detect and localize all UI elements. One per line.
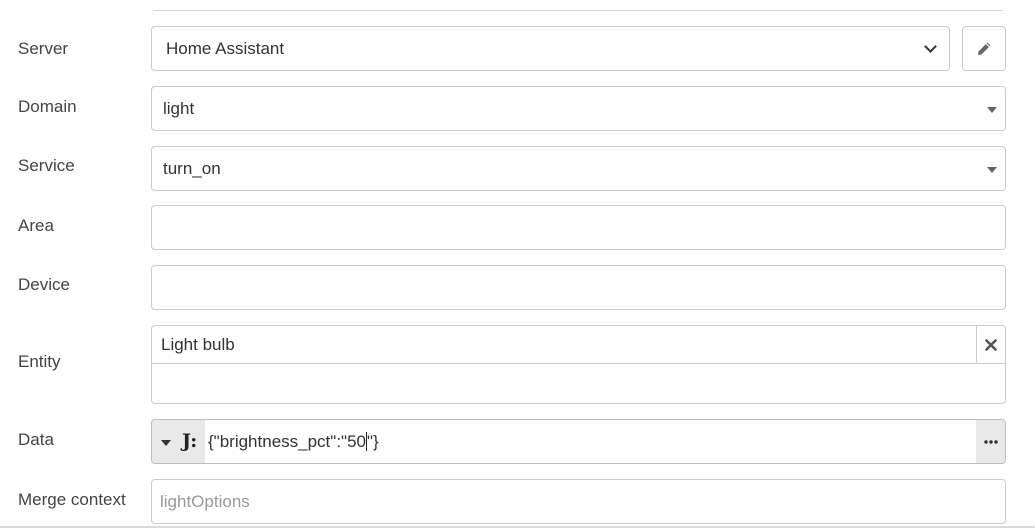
merge-context-input[interactable]: lightOptions (151, 479, 1006, 524)
data-typed-input[interactable]: J: {"brightness_pct":"50 "} (151, 419, 1006, 464)
close-icon (985, 339, 997, 351)
service-input[interactable]: turn_on (151, 146, 1006, 191)
remove-entity-button[interactable] (976, 326, 1005, 364)
data-expand-button[interactable] (976, 420, 1005, 463)
pencil-icon (978, 42, 991, 55)
area-label: Area (18, 216, 54, 235)
service-value: turn_on (163, 158, 221, 178)
entity-tag: Light bulb (152, 326, 1005, 364)
chevron-down-icon (924, 39, 937, 53)
caret-down-icon[interactable] (987, 166, 997, 173)
area-input[interactable] (151, 205, 1006, 250)
caret-down-icon (161, 439, 171, 446)
json-type-icon: J: (182, 430, 198, 452)
edit-server-button[interactable] (962, 26, 1006, 71)
entity-input[interactable] (152, 365, 1005, 403)
server-select[interactable]: Home Assistant (151, 26, 950, 71)
entity-multiselect[interactable]: Light bulb (151, 325, 1006, 404)
device-input[interactable] (151, 265, 1006, 310)
data-value-text: {"brightness_pct":"50 (208, 431, 366, 451)
data-value[interactable]: {"brightness_pct":"50 "} (208, 420, 379, 463)
data-value-text-end: "} (366, 431, 379, 451)
entity-label: Entity (18, 352, 61, 371)
merge-context-label: Merge context (18, 490, 126, 509)
server-value: Home Assistant (166, 38, 285, 58)
data-label: Data (18, 430, 54, 449)
divider (153, 10, 1003, 11)
domain-value: light (163, 98, 195, 118)
server-label: Server (18, 39, 69, 58)
domain-label: Domain (18, 97, 77, 116)
ellipsis-icon (983, 439, 998, 444)
entity-tag-label: Light bulb (161, 334, 235, 354)
device-label: Device (18, 275, 70, 294)
merge-context-placeholder: lightOptions (160, 491, 250, 511)
domain-input[interactable]: light (151, 86, 1006, 131)
node-config-form: Server Home Assistant Domain light Servi… (0, 0, 1035, 529)
service-label: Service (18, 156, 75, 175)
data-type-selector[interactable]: J: (152, 420, 205, 463)
divider (0, 526, 1035, 528)
caret-down-icon[interactable] (987, 106, 997, 113)
